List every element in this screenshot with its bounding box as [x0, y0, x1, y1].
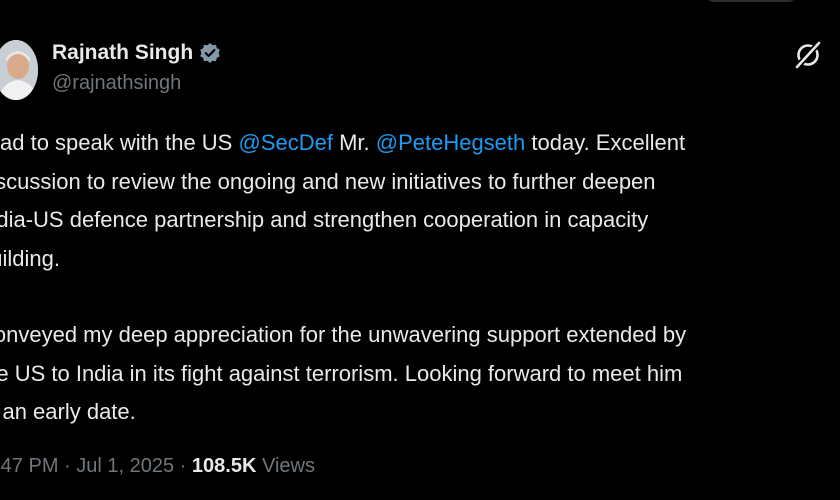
tweet-date[interactable]: Jul 1, 2025: [76, 455, 174, 477]
tweet-text: Glad to speak with the US @SecDef Mr. @P…: [0, 124, 840, 432]
tweet-text-line: discussion to review the ongoing and new…: [0, 168, 656, 194]
tweet-text-line: India-US defence partnership and strengt…: [0, 207, 649, 232]
author-name[interactable]: Rajnath Singh: [52, 41, 193, 65]
mention-secdef[interactable]: @SecDef: [238, 130, 332, 155]
tweet-text-line: building.: [0, 245, 60, 271]
tweet-time[interactable]: 5:47 PM: [0, 455, 58, 477]
verified-badge-icon: [199, 42, 221, 64]
meta-separator: ·: [58, 455, 77, 477]
tweet-paragraph: Glad to speak with the US @SecDef Mr. @P…: [0, 124, 840, 278]
tweet-text-line: Conveyed my deep appreciation for the un…: [0, 322, 687, 347]
top-bar-button[interactable]: [705, 0, 797, 2]
author-handle[interactable]: @rajnathsingh: [52, 72, 181, 95]
tweet-meta: 5:47 PM · Jul 1, 2025 · 108.5K Views: [0, 455, 315, 478]
avatar[interactable]: [0, 40, 38, 100]
tweet-text-segment: Glad to speak with the US: [0, 130, 239, 155]
views-label: Views: [256, 455, 315, 477]
mention-petehegseth[interactable]: @PeteHegseth: [376, 130, 526, 155]
tweet-text-line: the US to India in its fight against ter…: [0, 360, 683, 386]
tweet-text-segment: today. Excellent: [525, 130, 686, 155]
grok-icon[interactable]: [793, 40, 823, 70]
tweet-text-line: at an early date.: [0, 399, 136, 424]
views-count: 108.5K: [191, 455, 257, 477]
tweet-text-segment: Mr.: [332, 130, 376, 155]
meta-separator: ·: [174, 455, 192, 477]
tweet-paragraph: Conveyed my deep appreciation for the un…: [0, 316, 840, 432]
